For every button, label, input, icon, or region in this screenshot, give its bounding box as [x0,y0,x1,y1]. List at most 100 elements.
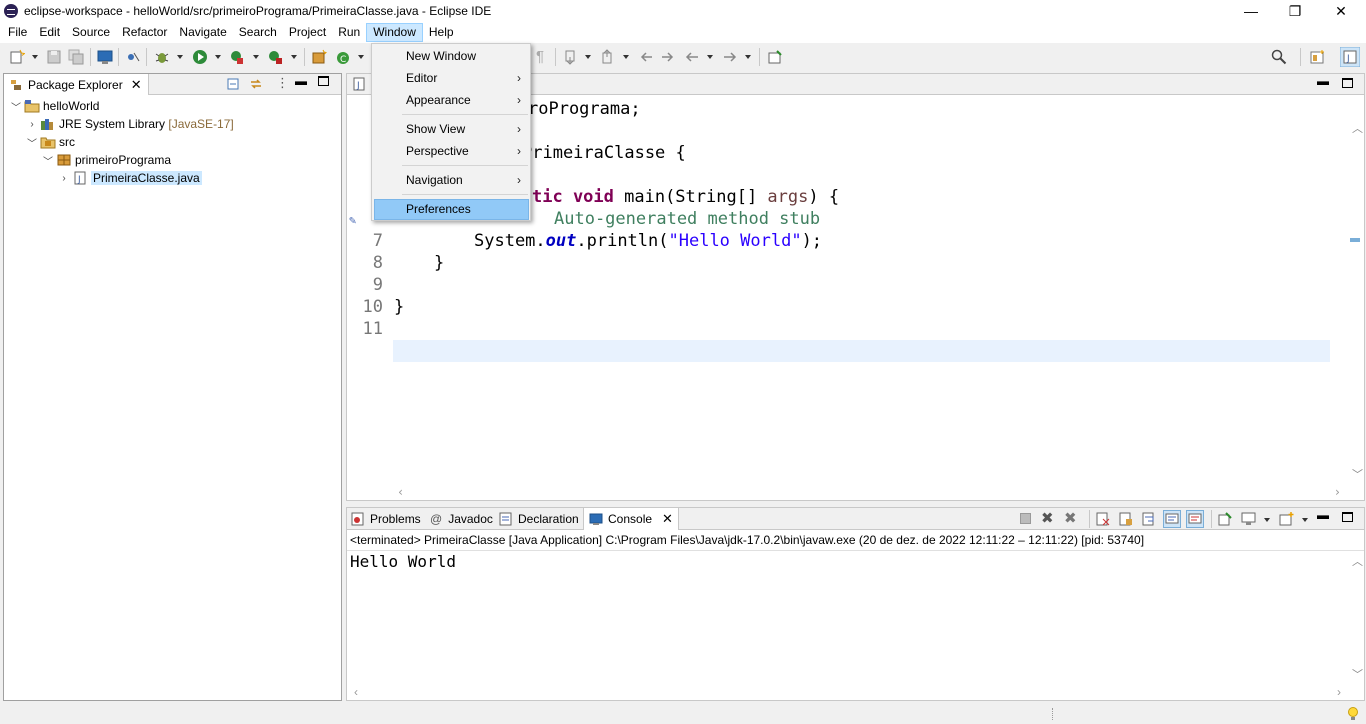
menu-help[interactable]: Help [423,23,460,42]
menu-run[interactable]: Run [332,23,366,42]
open-console-dropdown-icon[interactable] [1302,518,1308,522]
scroll-lock-icon[interactable] [1118,511,1134,527]
minimize-button[interactable]: — [1228,0,1274,22]
back-dropdown-icon[interactable] [707,55,713,59]
java-file-icon[interactable]: J [352,77,366,91]
editor-horizontal-scrollbar[interactable]: ‹ › [391,484,1347,500]
tree-item-java-file[interactable]: › J PrimeiraClasse.java [58,169,202,187]
close-button[interactable]: ✕ [1318,0,1364,22]
console-horizontal-scrollbar[interactable]: ‹ › [347,684,1347,700]
new-package-icon[interactable] [311,49,327,65]
maximize-button[interactable]: ❐ [1272,0,1318,22]
menu-search[interactable]: Search [233,23,283,42]
forward-icon[interactable] [722,49,738,65]
open-perspective-icon[interactable] [1310,49,1326,65]
expanded-icon[interactable]: ﹀ [26,135,38,150]
maximize-editor-icon[interactable] [1342,78,1353,88]
collapsed-icon[interactable]: › [26,119,38,130]
expanded-icon[interactable]: ﹀ [10,99,22,114]
next-annotation-icon[interactable] [563,49,579,65]
menu-refactor[interactable]: Refactor [116,23,173,42]
menu-item-appearance[interactable]: Appearance › [374,90,529,111]
tree-item-jre-library[interactable]: › JRE System Library [JavaSE-17] [26,115,233,133]
clear-console-icon[interactable] [1095,511,1111,527]
console-vertical-scrollbar[interactable]: ︿ ﹀ [1347,551,1364,684]
menu-source[interactable]: Source [66,23,116,42]
console-output[interactable]: Hello World [350,552,456,571]
pin-editor-icon[interactable] [767,49,783,65]
new-dropdown-icon[interactable] [32,55,38,59]
terminal-icon[interactable] [97,49,113,65]
run-dropdown-icon[interactable] [215,55,221,59]
remove-all-terminated-icon[interactable]: ✖ [1064,509,1077,527]
link-with-editor-icon[interactable] [249,77,263,91]
display-selected-console-icon[interactable] [1241,511,1257,527]
collapsed-icon[interactable]: › [58,173,70,184]
tab-javadoc[interactable]: @ Javadoc [427,508,493,530]
menu-item-perspective[interactable]: Perspective › [374,141,529,162]
back-icon[interactable] [684,49,700,65]
tab-console[interactable]: Console ✕ [583,508,679,530]
menu-window[interactable]: Window [366,23,423,42]
forward-dropdown-icon[interactable] [745,55,751,59]
external-tools-icon[interactable] [267,49,283,65]
external-tools-dropdown-icon[interactable] [291,55,297,59]
previous-annotation-dropdown-icon[interactable] [623,55,629,59]
show-console-stdout-icon[interactable] [1163,510,1181,528]
minimize-view-icon[interactable]: ▬ [295,74,307,88]
terminate-icon[interactable] [1020,513,1031,524]
last-edit-location-icon[interactable] [638,49,654,65]
pilcrow-icon[interactable]: ¶ [536,48,552,65]
menu-file[interactable]: File [2,23,33,42]
new-icon[interactable] [9,49,25,65]
pin-console-icon[interactable] [1217,511,1233,527]
forward-edit-icon[interactable] [660,49,676,65]
coverage-icon[interactable] [229,49,245,65]
run-icon[interactable] [192,49,208,65]
menu-item-navigation[interactable]: Navigation › [374,170,529,191]
task-marker-icon[interactable]: ✎ [349,213,356,227]
search-icon[interactable] [1271,49,1287,65]
previous-annotation-icon[interactable] [600,49,616,65]
tab-problems[interactable]: Problems [349,508,421,530]
collapse-all-icon[interactable] [227,77,241,91]
show-console-stderr-icon[interactable] [1186,510,1204,528]
remove-launch-icon[interactable]: ✖ [1041,509,1054,527]
close-tab-icon[interactable]: ✕ [131,77,142,93]
debug-dropdown-icon[interactable] [177,55,183,59]
save-all-icon[interactable] [68,49,84,65]
open-console-icon[interactable] [1279,511,1295,527]
menu-item-new-window[interactable]: New Window [374,46,529,67]
close-tab-icon[interactable]: ✕ [662,511,673,527]
next-annotation-dropdown-icon[interactable] [585,55,591,59]
new-class-dropdown-icon[interactable] [358,55,364,59]
maximize-console-icon[interactable] [1342,512,1353,522]
word-wrap-icon[interactable] [1141,511,1157,527]
tip-lightbulb-icon[interactable] [1346,706,1360,722]
new-class-icon[interactable]: C [336,49,352,65]
menu-item-preferences[interactable]: Preferences [374,199,529,220]
coverage-dropdown-icon[interactable] [253,55,259,59]
view-menu-icon[interactable]: ⋮ [276,75,289,91]
tree-item-project[interactable]: ﹀ helloWorld [10,97,99,115]
tab-package-explorer[interactable]: Package Explorer ✕ [4,74,149,95]
overview-ruler-marker[interactable] [1350,238,1360,242]
java-perspective-icon[interactable]: J [1340,47,1360,67]
menu-item-editor[interactable]: Editor › [374,68,529,89]
menu-item-show-view[interactable]: Show View › [374,119,529,140]
minimize-editor-icon[interactable]: ▬ [1317,74,1329,88]
tree-item-package[interactable]: ﹀ primeiroPrograma [42,151,171,169]
save-icon[interactable] [46,49,62,65]
editor-vertical-scrollbar[interactable]: ︿ ﹀ [1347,118,1364,484]
maximize-view-icon[interactable] [318,76,329,86]
tab-declaration[interactable]: Declaration [497,508,579,530]
minimize-console-icon[interactable]: ▬ [1317,508,1329,522]
skip-breakpoints-icon[interactable] [125,49,141,65]
tree-item-src[interactable]: ﹀ src [26,133,75,151]
expanded-icon[interactable]: ﹀ [42,153,54,168]
menu-edit[interactable]: Edit [33,23,66,42]
menu-project[interactable]: Project [283,23,332,42]
display-console-dropdown-icon[interactable] [1264,518,1270,522]
menu-navigate[interactable]: Navigate [173,23,232,42]
debug-icon[interactable] [154,49,170,65]
